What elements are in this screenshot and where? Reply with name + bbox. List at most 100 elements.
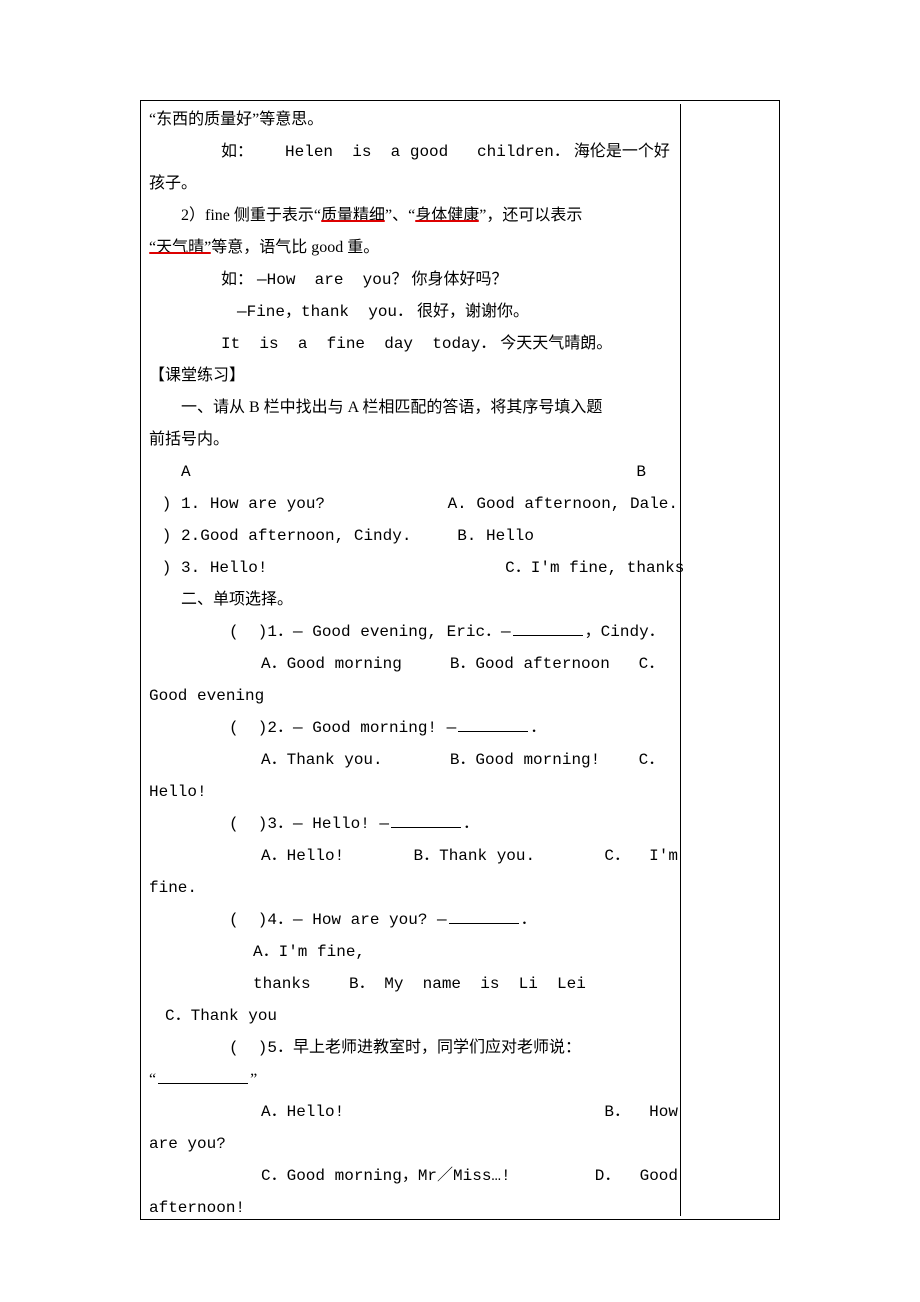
ex2-q5-b-run: are you? <box>149 1128 678 1160</box>
text: 今天天气晴朗。 <box>500 335 612 352</box>
text: A．Good morning B．Good afternoon C． <box>261 655 664 673</box>
text: B. Hello <box>457 520 678 552</box>
ex1-row: ( ) 1. How are you? A. Good afternoon, D… <box>140 488 678 520</box>
text-underlined: 质量精细 <box>321 207 385 224</box>
text: B．Thank you. <box>413 840 535 872</box>
text: 2）fine 侧重于表示“ <box>181 207 321 224</box>
ex2-q5: ( )5．早上老师进教室时，同学们应对老师说： <box>149 1032 678 1064</box>
text: ，Cindy． <box>585 623 665 641</box>
text: It is a fine day today． <box>221 335 496 353</box>
text: A．I'm fine, thanks B． My name is Li Lei <box>253 943 586 993</box>
text: ( )2．— Good morning! — <box>229 719 456 737</box>
line: —Fine，thank you． 很好，谢谢你。 <box>149 296 678 328</box>
text-underlined: “天气晴” <box>149 239 211 256</box>
inner-column: “东西的质量好”等意思。 如： Helen is a good children… <box>149 104 681 1216</box>
ex2-q4-optc: C．Thank you <box>149 1000 678 1032</box>
line: 前括号内。 <box>149 424 678 456</box>
text: fine. <box>149 879 197 897</box>
text: B． How <box>604 1096 678 1128</box>
col-a-head: A <box>149 456 191 488</box>
ex2-q1: ( )1．— Good evening, Eric．— ，Cindy． <box>149 616 678 648</box>
blank <box>158 1067 248 1084</box>
text: afternoon! <box>149 1199 245 1217</box>
ex2-q2: ( )2．— Good morning! — ． <box>149 712 678 744</box>
text: 【课堂练习】 <box>149 367 245 384</box>
ex2-q4: ( )4．— How are you? — ． <box>149 904 678 936</box>
outer-frame: “东西的质量好”等意思。 如： Helen is a good children… <box>140 100 780 1220</box>
text: ( ) 2.Good afternoon, Cindy. <box>140 520 411 552</box>
text: ( ) 3. Hello! <box>140 552 267 584</box>
text: ( )4．— How are you? — <box>229 911 447 929</box>
text: ”，还可以表示 <box>479 207 582 224</box>
text: ” <box>250 1071 257 1088</box>
text: ． <box>521 911 537 929</box>
ex1-row: ( ) 3. Hello! C．I'm fine, thanks <box>140 552 678 584</box>
text: 你身体好吗？ <box>411 271 507 288</box>
blank <box>449 907 519 924</box>
ex2-q3-opts: A．Hello! B．Thank you. C． I'm <box>149 840 678 872</box>
line: 如： Helen is a good children． 海伦是一个好 <box>149 136 678 168</box>
text: 前括号内。 <box>149 431 229 448</box>
text: ． <box>530 719 546 737</box>
line: 如： —How are you？ 你身体好吗？ <box>149 264 678 296</box>
ex2-q5-row2: C．Good morning，Mr／Miss…! D． Good <box>149 1160 678 1192</box>
text: ”、“ <box>385 207 415 224</box>
page: “东西的质量好”等意思。 如： Helen is a good children… <box>0 0 920 1302</box>
ex2-q1-opts: A．Good morning B．Good afternoon C． <box>149 648 678 680</box>
text: A．Hello! <box>261 840 344 872</box>
text: 等意，语气比 good 重。 <box>211 239 379 256</box>
line: 孩子。 <box>149 168 678 200</box>
line: “天气晴”等意，语气比 good 重。 <box>149 232 678 264</box>
line: “东西的质量好”等意思。 <box>149 104 678 136</box>
ex2-q2-opts: A．Thank you. B．Good morning! C． <box>149 744 678 776</box>
text: C．I'm fine, thanks <box>505 552 684 584</box>
text: 如： <box>221 143 253 160</box>
text: —Fine，thank you． <box>237 303 413 321</box>
line: 一、请从 B 栏中找出与 A 栏相匹配的答语，将其序号填入题 <box>149 392 678 424</box>
text: Hello! <box>149 783 207 801</box>
blank <box>513 619 583 636</box>
text: 二、单项选择。 <box>181 591 293 608</box>
line: 2）fine 侧重于表示“质量精细”、“身体健康”，还可以表示 <box>149 200 678 232</box>
text: 一、请从 B 栏中找出与 A 栏相匹配的答语，将其序号填入题 <box>181 399 602 416</box>
text: Good evening <box>149 687 264 705</box>
text: ( )5．早上老师进教室时，同学们应对老师说： <box>229 1039 581 1057</box>
ex2-q1-run: Good evening <box>149 680 678 712</box>
text-underlined: 身体健康 <box>415 207 479 224</box>
blank <box>391 811 461 828</box>
ex2-q5-row1: A．Hello! B． How <box>149 1096 678 1128</box>
text: C．Thank you <box>165 1007 277 1025</box>
text: ( )3．— Hello! — <box>229 815 389 833</box>
ex1-row: ( ) 2.Good afternoon, Cindy. B. Hello <box>140 520 678 552</box>
line: 二、单项选择。 <box>149 584 678 616</box>
text: are you? <box>149 1135 226 1153</box>
text: 如： <box>221 271 253 288</box>
text: “东西的质量好”等意思。 <box>149 111 323 128</box>
text: 很好，谢谢你。 <box>417 303 529 320</box>
text: “ <box>149 1071 156 1088</box>
col-b-head: B <box>636 456 678 488</box>
ex2-q3-run: fine. <box>149 872 678 904</box>
text: C．Good morning，Mr／Miss…! <box>261 1160 511 1192</box>
text: ． <box>463 815 479 833</box>
text: A．Hello! <box>261 1096 344 1128</box>
text: A．Thank you. B．Good morning! C． <box>261 751 664 769</box>
text: A. Good afternoon, Dale. <box>448 488 678 520</box>
text: ( ) 1. How are you? <box>140 488 325 520</box>
text: C． I'm <box>604 840 678 872</box>
text: D． Good <box>595 1160 678 1192</box>
blank <box>458 715 528 732</box>
ex2-q4-opts: A．I'm fine, thanks B． My name is Li Lei <box>149 936 678 1000</box>
ex2-q5-d-run: afternoon! <box>149 1192 678 1220</box>
line: It is a fine day today． 今天天气晴朗。 <box>149 328 678 360</box>
text: ( )1．— Good evening, Eric．— <box>229 623 511 641</box>
text: 海伦是一个好 <box>574 143 670 160</box>
ex2-q5-quote: “” <box>149 1064 678 1096</box>
ex2-q2-run: Hello! <box>149 776 678 808</box>
ex2-q3: ( )3．— Hello! — ． <box>149 808 678 840</box>
text: Helen is a good children． <box>285 143 570 161</box>
text: 孩子。 <box>149 175 197 192</box>
col-heads: A B <box>149 456 678 488</box>
text: —How are you？ <box>257 271 407 289</box>
content-body: “东西的质量好”等意思。 如： Helen is a good children… <box>149 104 678 1220</box>
